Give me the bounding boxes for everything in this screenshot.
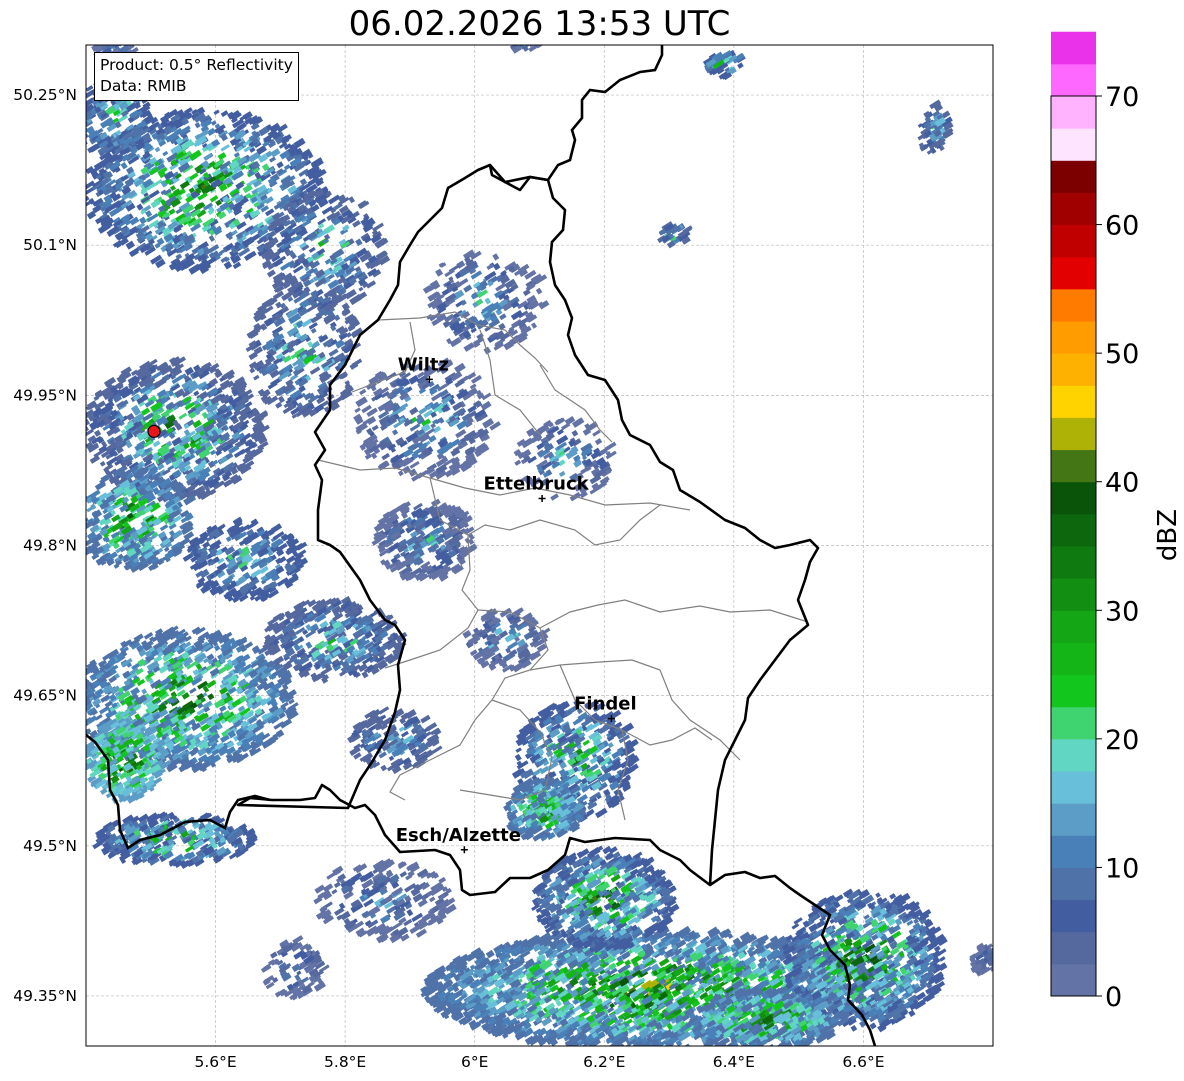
colorbar-swatch bbox=[1051, 385, 1096, 418]
lat-tick-label: 49.8°N bbox=[23, 537, 77, 555]
colorbar-swatch bbox=[1051, 899, 1096, 933]
colorbar-tick-label: 50 bbox=[1105, 339, 1139, 370]
radar-site-icon bbox=[147, 424, 161, 438]
colorbar-swatch bbox=[1051, 610, 1096, 643]
colorbar-swatch bbox=[1051, 706, 1096, 740]
colorbar-swatch bbox=[1051, 481, 1096, 515]
colorbar-swatch bbox=[1051, 288, 1096, 322]
lon-tick-label: 6.2°E bbox=[583, 1053, 625, 1071]
colorbar-swatch bbox=[1051, 674, 1096, 708]
colorbar-swatch bbox=[1051, 256, 1096, 290]
colorbar: 0 10 20 30 40 50 60 70 bbox=[1050, 31, 1139, 1013]
radar-site-marker bbox=[147, 424, 161, 438]
colorbar-swatch bbox=[1051, 128, 1096, 161]
colorbar-tick-label: 20 bbox=[1105, 725, 1139, 756]
colorbar-swatch bbox=[1051, 578, 1096, 611]
lat-tick-label: 49.65°N bbox=[13, 687, 77, 705]
colorbar-swatch bbox=[1051, 192, 1096, 226]
colorbar-swatch bbox=[1051, 738, 1096, 772]
colorbar-label: dBZ bbox=[1153, 508, 1183, 562]
colorbar-swatch bbox=[1051, 353, 1096, 386]
belgium-germany-border-north bbox=[489, 45, 664, 184]
colorbar-swatch bbox=[1051, 417, 1096, 451]
lat-tick-label: 49.95°N bbox=[13, 386, 77, 404]
colorbar-swatch bbox=[1051, 867, 1096, 901]
colorbar-swatch bbox=[1051, 771, 1096, 804]
colorbar-tick-label: 0 bbox=[1105, 982, 1122, 1013]
colorbar-swatch bbox=[1051, 449, 1096, 483]
colorbar-tick-label: 10 bbox=[1105, 853, 1139, 884]
lat-tick-label: 50.1°N bbox=[23, 236, 77, 254]
colorbar-swatch bbox=[1051, 963, 1096, 997]
lon-tick-label: 6.6°E bbox=[842, 1053, 884, 1071]
colorbar-tick-label: 40 bbox=[1105, 468, 1139, 499]
radar-map: Wiltz Ettelbruck Findel Esch/Alzette 5.6°E 5… bbox=[13, 31, 1139, 1071]
colorbar-swatch bbox=[1051, 642, 1096, 676]
lon-tick-label: 5.8°E bbox=[324, 1053, 366, 1071]
colorbar-tick-label: 70 bbox=[1105, 82, 1139, 113]
product-label: Product: 0.5° Reflectivity bbox=[100, 56, 293, 74]
colorbar-tick-label: 30 bbox=[1105, 596, 1139, 627]
colorbar-swatch bbox=[1051, 513, 1096, 547]
colorbar-swatch bbox=[1051, 931, 1096, 965]
city-marker-icon bbox=[538, 494, 546, 502]
lon-tick-label: 6°E bbox=[461, 1053, 488, 1071]
colorbar-tick-label: 60 bbox=[1105, 211, 1139, 242]
lon-tick-label: 6.4°E bbox=[713, 1053, 755, 1071]
colorbar-swatch bbox=[1051, 63, 1096, 97]
colorbar-swatch bbox=[1051, 835, 1096, 868]
city-label: Wiltz bbox=[398, 354, 449, 375]
city-label: Findel bbox=[574, 694, 637, 715]
lat-tick-label: 49.5°N bbox=[23, 837, 77, 855]
colorbar-swatch bbox=[1051, 546, 1096, 579]
colorbar-swatch bbox=[1051, 224, 1096, 258]
colorbar-swatch bbox=[1051, 96, 1096, 129]
lon-tick-label: 5.6°E bbox=[194, 1053, 236, 1071]
city-marker-icon bbox=[460, 846, 468, 854]
lat-tick-label: 49.35°N bbox=[13, 987, 77, 1005]
colorbar-swatch bbox=[1051, 321, 1096, 354]
colorbar-swatch bbox=[1051, 31, 1096, 65]
data-source-label: Data: RMIB bbox=[100, 77, 187, 95]
city-label: Ettelbruck bbox=[484, 473, 590, 494]
colorbar-swatch bbox=[1051, 160, 1096, 193]
product-info-box: Product: 0.5° Reflectivity Data: RMIB bbox=[94, 52, 299, 101]
city-esch-alzette: Esch/Alzette bbox=[396, 825, 521, 854]
lat-tick-label: 50.25°N bbox=[13, 86, 77, 104]
colorbar-swatch bbox=[1051, 803, 1096, 836]
city-label: Esch/Alzette bbox=[396, 825, 521, 846]
